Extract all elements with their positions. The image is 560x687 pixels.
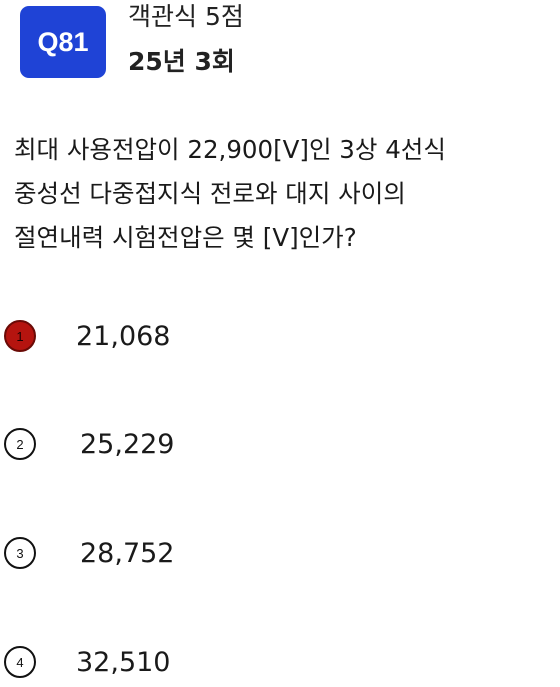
choice-number-circle[interactable]: 2 xyxy=(4,428,36,460)
choice-option-4[interactable]: 4 32,510 xyxy=(4,640,404,684)
choice-number-circle[interactable]: 3 xyxy=(4,537,36,569)
question-line: 중성선 다중접지식 전로와 대지 사이의 xyxy=(14,179,406,208)
choice-text[interactable]: 21,068 xyxy=(76,321,170,352)
choice-text[interactable]: 28,752 xyxy=(80,538,174,569)
choice-number-circle[interactable]: 4 xyxy=(4,646,36,678)
exam-round-label: 25년 3회 xyxy=(128,47,235,76)
question-line: 최대 사용전압이 22,900[V]인 3상 4선식 xyxy=(14,135,446,164)
choice-option-2[interactable]: 2 25,229 xyxy=(4,422,404,466)
choice-text[interactable]: 25,229 xyxy=(80,429,174,460)
question-text: 최대 사용전압이 22,900[V]인 3상 4선식 중성선 다중접지식 전로와… xyxy=(14,128,559,260)
question-number-badge: Q81 xyxy=(20,6,106,78)
choice-option-3[interactable]: 3 28,752 xyxy=(4,531,404,575)
question-number: Q81 xyxy=(37,26,89,57)
choice-number-circle[interactable]: 1 xyxy=(4,320,36,352)
choice-text[interactable]: 32,510 xyxy=(76,647,170,678)
question-line: 절연내력 시험전압은 몇 [V]인가? xyxy=(14,223,357,252)
question-type-label: 객관식 5점 xyxy=(128,2,244,31)
choice-option-1[interactable]: 1 21,068 xyxy=(4,314,404,358)
